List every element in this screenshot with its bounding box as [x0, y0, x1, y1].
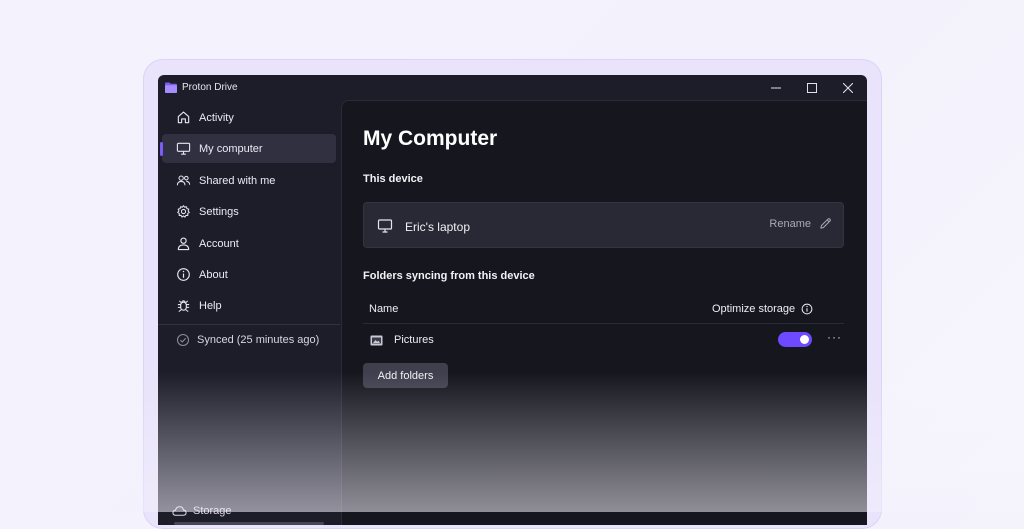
storage-label: Storage [193, 505, 232, 517]
column-header-name: Name [369, 303, 399, 315]
page-title: My Computer [363, 127, 498, 150]
monitor-icon [175, 141, 191, 157]
rename-button[interactable]: Rename [769, 217, 832, 230]
monitor-icon [377, 219, 393, 233]
sidebar-item-activity[interactable]: Activity [162, 103, 336, 132]
sync-status: Synced (25 minutes ago) [162, 326, 336, 354]
user-icon [175, 236, 191, 252]
sidebar-item-help[interactable]: Help [162, 291, 336, 320]
info-icon [175, 267, 191, 283]
users-icon [175, 173, 191, 189]
sidebar: Activity My computer Shared with me Sett… [158, 100, 340, 525]
sidebar-item-label: Activity [199, 111, 234, 124]
check-circle-icon [175, 332, 191, 348]
gear-icon [175, 204, 191, 220]
optimize-storage-toggle[interactable] [778, 332, 812, 347]
active-indicator [160, 142, 163, 156]
sidebar-item-label: Account [199, 237, 239, 250]
table-row[interactable]: Pictures ··· [363, 324, 844, 356]
column-header-optimize-label: Optimize storage [712, 303, 796, 315]
more-options-button[interactable]: ··· [827, 330, 842, 344]
sidebar-item-shared-with-me[interactable]: Shared with me [162, 166, 336, 195]
app-window: Proton Drive Activity My computer Shared… [158, 75, 867, 525]
bug-icon [175, 298, 191, 314]
proton-drive-logo-icon [165, 82, 177, 93]
app-title: Proton Drive [182, 82, 238, 93]
pencil-icon [819, 217, 832, 230]
folder-name: Pictures [394, 334, 434, 346]
main-panel: My Computer This device Eric's laptop Re… [341, 100, 867, 525]
add-folders-button[interactable]: Add folders [363, 363, 448, 388]
sidebar-item-account[interactable]: Account [162, 229, 336, 258]
close-button[interactable] [830, 75, 866, 100]
info-icon[interactable] [801, 303, 813, 315]
sync-status-text: Synced (25 minutes ago) [197, 334, 320, 346]
maximize-icon [807, 82, 817, 93]
sidebar-item-label: Settings [199, 205, 239, 218]
device-card: Eric's laptop Rename [363, 202, 844, 248]
title-bar: Proton Drive [158, 75, 867, 100]
storage-bar [174, 522, 324, 525]
minimize-icon [771, 87, 781, 88]
sidebar-item-my-computer[interactable]: My computer [160, 134, 336, 163]
sidebar-item-label: About [199, 268, 228, 281]
close-icon [843, 82, 853, 93]
maximize-button[interactable] [794, 75, 830, 100]
storage-section[interactable]: Storage [172, 505, 232, 517]
toggle-knob [800, 335, 809, 344]
minimize-button[interactable] [758, 75, 794, 100]
rename-label: Rename [769, 217, 811, 230]
sidebar-item-label: Help [199, 299, 222, 312]
cloud-icon [172, 505, 187, 517]
home-icon [175, 110, 191, 126]
sidebar-item-label: My computer [199, 142, 263, 155]
device-name: Eric's laptop [405, 220, 470, 234]
sidebar-item-about[interactable]: About [162, 260, 336, 289]
folders-section-label: Folders syncing from this device [363, 270, 535, 282]
sidebar-item-label: Shared with me [199, 174, 276, 187]
sidebar-item-settings[interactable]: Settings [162, 197, 336, 226]
sidebar-divider [158, 324, 340, 325]
this-device-label: This device [363, 173, 423, 185]
image-folder-icon [370, 335, 383, 346]
column-header-optimize-storage: Optimize storage [712, 303, 813, 315]
